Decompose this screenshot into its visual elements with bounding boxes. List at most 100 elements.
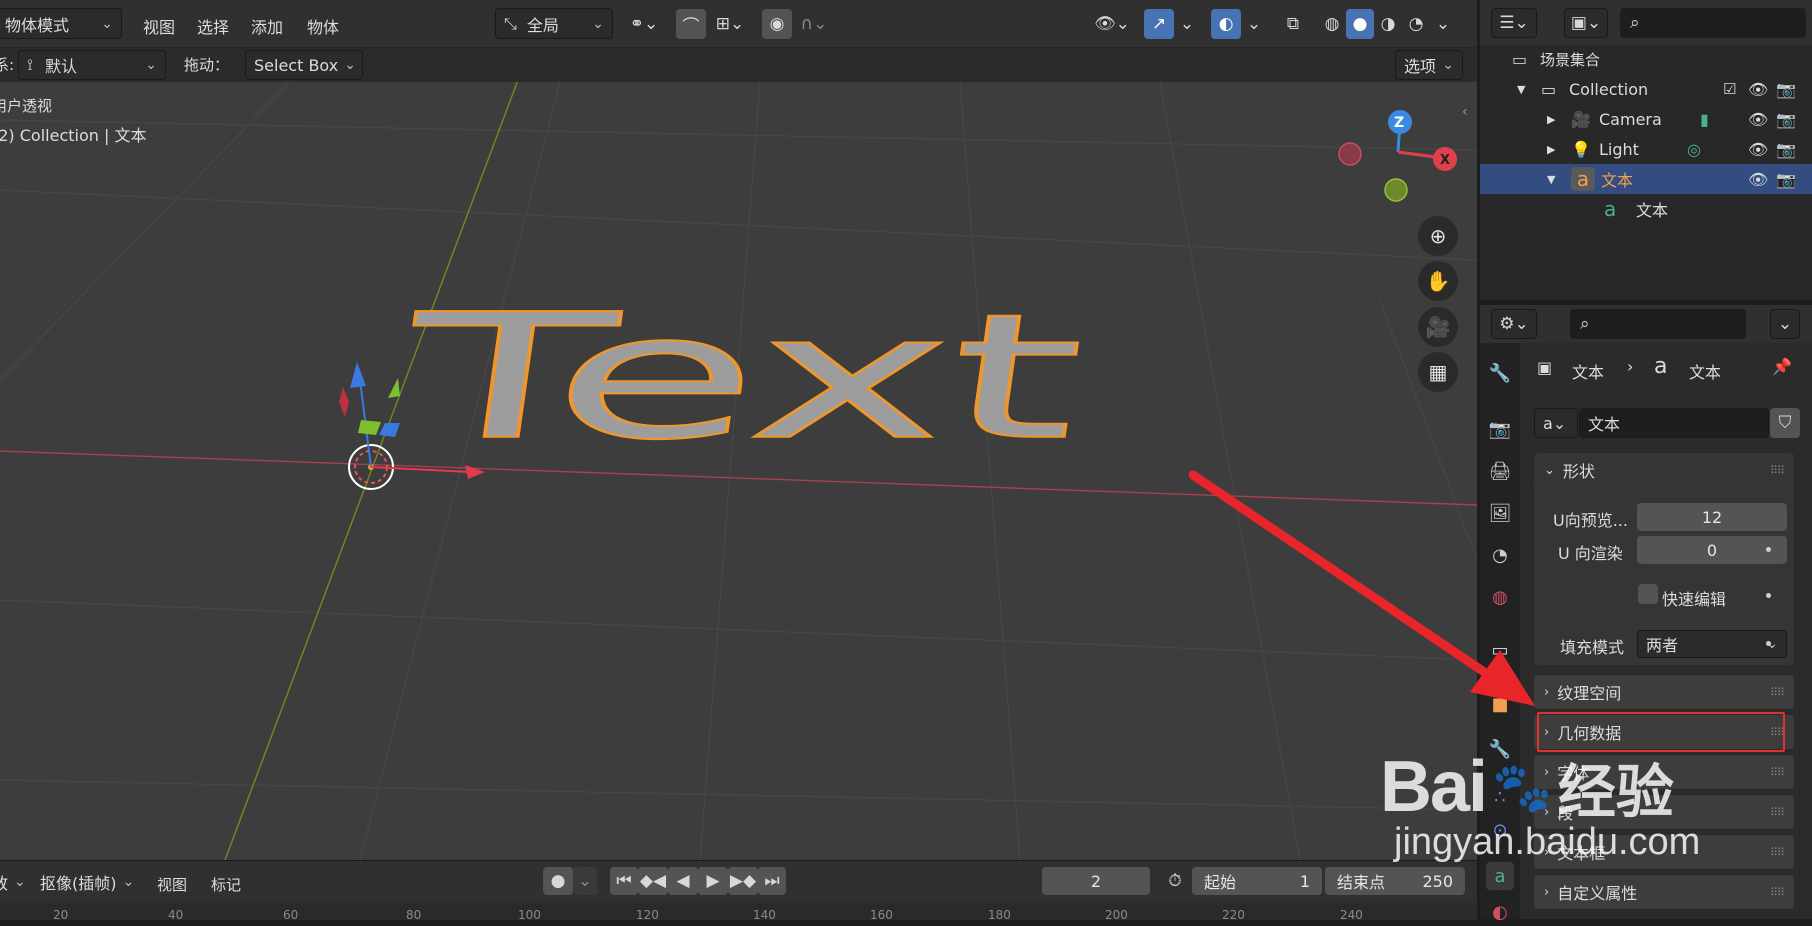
filter-icon[interactable]: ▣⌄ (1564, 8, 1608, 38)
pan-hand-icon[interactable]: ✋ (1418, 261, 1458, 301)
u-render-field[interactable]: 0 (1637, 536, 1787, 564)
view-layer-tab-icon[interactable]: 🖼 (1486, 499, 1514, 527)
falloff-icon[interactable]: ∩⌄ (794, 9, 834, 39)
menu-view[interactable]: 视图 (143, 14, 175, 38)
fill-mode-dropdown[interactable]: 两者 (1637, 630, 1787, 658)
3d-viewport[interactable]: Text 用户透视 (2) Collection | 文本 Z X ⊕ ✋ 🎥 … (0, 0, 1477, 860)
tool-tab-icon[interactable]: 🔧 (1486, 359, 1514, 387)
next-keyframe-icon[interactable]: ▶◆ (728, 867, 758, 895)
pin-icon[interactable]: 📌 (1772, 357, 1792, 376)
transform-orientation-dropdown[interactable]: ⤡ 全局 (495, 8, 613, 39)
object-origin-gizmo[interactable] (320, 350, 520, 500)
collection-tab-icon[interactable]: ▭ (1486, 636, 1514, 664)
camera-view-icon[interactable]: 🎥 (1418, 307, 1458, 347)
outliner-search-field[interactable]: ⌕ (1620, 8, 1806, 38)
render-camera-icon[interactable]: 📷 (1776, 110, 1796, 129)
render-camera-icon[interactable]: 📷 (1776, 80, 1796, 99)
panel-grip-icon[interactable]: ⠿⠿ (1770, 846, 1785, 859)
render-camera-icon[interactable]: 📷 (1776, 170, 1796, 189)
drag-select-dropdown[interactable]: Select Box (245, 50, 363, 80)
shading-dropdown-icon[interactable]: ⌄ (1432, 9, 1454, 39)
fast-edit-checkbox[interactable] (1638, 584, 1658, 604)
frame-start-field[interactable]: 起始 1 (1192, 867, 1322, 895)
frame-end-field[interactable]: 结束点 250 (1325, 867, 1465, 895)
menu-select[interactable]: 选择 (197, 14, 229, 38)
gizmo-dropdown-icon[interactable]: ⌄ (1176, 9, 1198, 39)
visibility-icon[interactable]: 👁⌄ (1090, 9, 1134, 39)
shape-panel-header[interactable]: ⌄ 形状 ⠿⠿ (1534, 453, 1794, 487)
jump-start-icon[interactable]: ⏮ (610, 867, 638, 895)
menu-object[interactable]: 物体 (307, 14, 339, 38)
render-camera-icon[interactable]: 📷 (1776, 140, 1796, 159)
u-preview-field[interactable]: 12 (1637, 503, 1787, 531)
panel-grip-icon[interactable]: ⠿⠿ (1770, 464, 1785, 477)
snap-target-icon[interactable]: ⊞⌄ (708, 9, 752, 39)
outliner-light-row[interactable]: ▶ 💡 Light ◎ 👁 📷 (1480, 134, 1812, 164)
eye-icon[interactable]: 👁 (1748, 140, 1768, 159)
fake-user-shield-icon[interactable]: ⛉ (1770, 408, 1800, 438)
outliner-text-data-row[interactable]: a 文本 (1480, 194, 1812, 224)
snap-toggle-icon[interactable]: ⌒ (676, 9, 706, 39)
keyframe-dot-icon[interactable] (1766, 593, 1771, 598)
shading-material-icon[interactable]: ◑ (1374, 9, 1402, 39)
eye-icon[interactable]: 👁 (1748, 170, 1768, 189)
keying-set-dropdown-icon[interactable]: ⌄ (573, 867, 597, 895)
eye-icon[interactable]: 👁 (1748, 110, 1768, 129)
shading-rendered-icon[interactable]: ◔ (1402, 9, 1430, 39)
output-tab-icon[interactable]: 🖨 (1486, 457, 1514, 485)
shading-solid-icon[interactable]: ● (1346, 9, 1374, 39)
expand-arrow-icon[interactable]: ▼ (1517, 83, 1529, 96)
keying-dropdown[interactable]: 抠像(插帧) (32, 868, 142, 896)
overlay-dropdown-icon[interactable]: ⌄ (1243, 9, 1265, 39)
jump-end-icon[interactable]: ⏭ (758, 867, 786, 895)
expand-arrow-icon[interactable]: ▶ (1547, 143, 1559, 156)
pivot-point-icon[interactable]: ⚭⌄ (622, 9, 666, 39)
properties-search-field[interactable]: ⌕ (1570, 309, 1746, 339)
editor-type-icon[interactable]: ⚙⌄ (1491, 309, 1537, 339)
play-icon[interactable]: ▶ (698, 867, 728, 895)
outliner-collection-row[interactable]: ▼ ▭ Collection ☑ 👁 📷 (1480, 74, 1812, 104)
panel-grip-icon[interactable]: ⠿⠿ (1770, 886, 1785, 899)
datablock-browse-dropdown[interactable]: a⌄ (1534, 408, 1578, 438)
menu-add[interactable]: 添加 (251, 14, 283, 38)
overlay-toggle-icon[interactable]: ◐ (1211, 9, 1241, 39)
display-mode-icon[interactable]: ☰⌄ (1491, 8, 1537, 38)
playback-dropdown[interactable]: 放 (0, 868, 30, 896)
world-tab-icon[interactable]: ◍ (1486, 583, 1514, 611)
zoom-icon[interactable]: ⊕ (1418, 216, 1458, 256)
keyframe-dot-icon[interactable] (1766, 547, 1771, 552)
outliner-camera-row[interactable]: ▶ 🎥 Camera ▮ 👁 📷 (1480, 104, 1812, 134)
gizmo-toggle-icon[interactable]: ↗ (1144, 9, 1174, 39)
texture-space-panel[interactable]: › 纹理空间 ⠿⠿ (1534, 675, 1794, 709)
scene-tab-icon[interactable]: ◔ (1486, 541, 1514, 569)
timeline-menu-marker[interactable]: 标记 (211, 874, 241, 895)
expand-arrow-icon[interactable]: ▶ (1547, 113, 1559, 126)
current-frame-field[interactable]: 2 (1042, 867, 1150, 895)
material-tab-icon[interactable]: ◐ (1486, 898, 1514, 926)
panel-grip-icon[interactable]: ⠿⠿ (1770, 806, 1785, 819)
preview-range-icon[interactable]: ⏱ (1160, 867, 1190, 895)
navigation-gizmo[interactable]: Z X (1330, 100, 1470, 210)
mode-dropdown[interactable]: 物体模式 (0, 8, 122, 39)
prev-keyframe-icon[interactable]: ◆◀ (638, 867, 668, 895)
panel-grip-icon[interactable]: ⠿⠿ (1770, 686, 1785, 699)
panel-grip-icon[interactable]: ⠿⠿ (1770, 766, 1785, 779)
custom-properties-panel[interactable]: › 自定义属性 ⠿⠿ (1534, 875, 1794, 909)
expand-arrow-icon[interactable]: ▼ (1547, 173, 1559, 186)
timeline-ruler[interactable] (0, 903, 1477, 920)
options-dropdown[interactable]: 选项 (1395, 50, 1463, 80)
datablock-name-field[interactable]: 文本 (1579, 408, 1769, 438)
perspective-grid-icon[interactable]: ▦ (1418, 352, 1458, 392)
properties-options-icon[interactable]: ⌄ (1770, 309, 1800, 339)
outliner-scene-collection[interactable]: ▭ 场景集合 (1480, 44, 1812, 74)
keyframe-dot-icon[interactable] (1766, 641, 1771, 646)
proportional-edit-icon[interactable]: ◉ (762, 9, 792, 39)
timeline-menu-view[interactable]: 视图 (157, 874, 187, 895)
object-tab-icon[interactable]: ■ (1486, 690, 1514, 718)
outliner-text-row[interactable]: ▼ a 文本 👁 📷 (1480, 164, 1812, 194)
xray-toggle-icon[interactable]: ⧉ (1278, 9, 1308, 39)
orientation-dropdown[interactable]: ⟟ 默认 (18, 50, 166, 80)
data-tab-icon[interactable]: a (1486, 862, 1514, 890)
render-tab-icon[interactable]: 📷 (1486, 415, 1514, 443)
play-reverse-icon[interactable]: ◀ (668, 867, 698, 895)
